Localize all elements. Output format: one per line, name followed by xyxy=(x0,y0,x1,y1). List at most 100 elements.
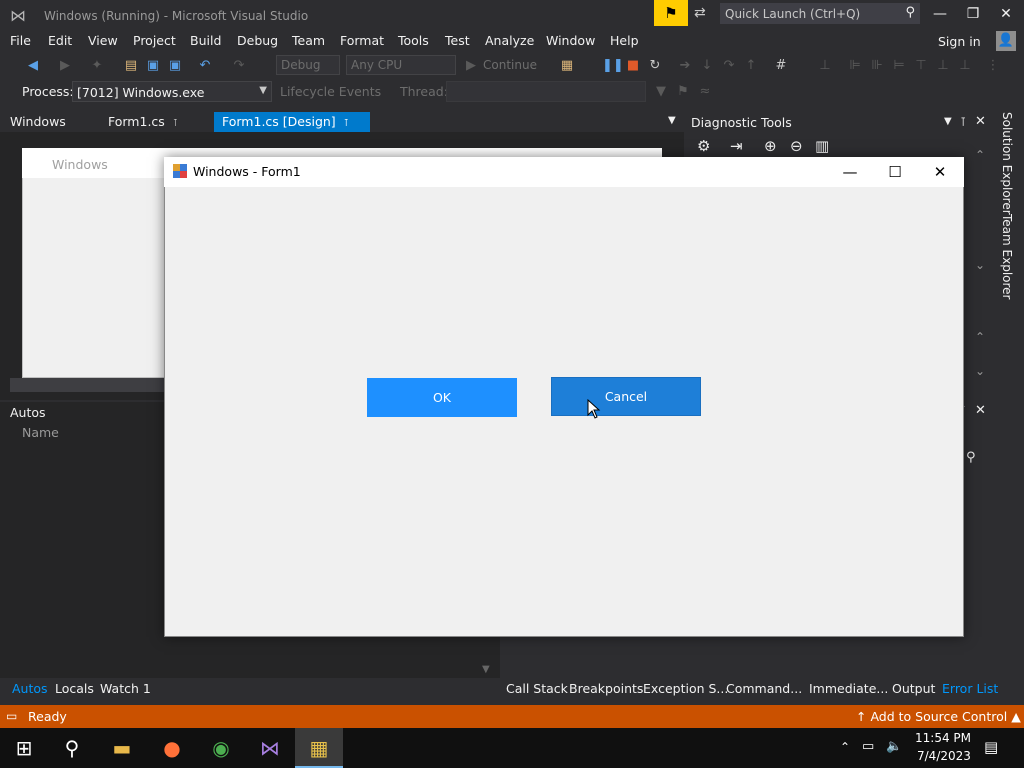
form-minimize-icon[interactable]: — xyxy=(828,158,872,186)
quick-launch-input[interactable] xyxy=(721,4,897,23)
align-center-icon[interactable]: ⊪ xyxy=(868,57,886,75)
windows-start-icon[interactable]: ⊞ xyxy=(0,728,48,768)
menu-project[interactable]: Project xyxy=(133,33,176,48)
zoom-out-icon[interactable]: ⊖ xyxy=(790,137,803,155)
clock-time[interactable]: 11:54 PM xyxy=(915,731,971,745)
show-next-statement-icon[interactable]: ➔ xyxy=(676,57,694,75)
step-over-icon[interactable]: ↷ xyxy=(720,57,738,75)
menu-tools[interactable]: Tools xyxy=(398,33,429,48)
pin-icon[interactable]: ⊺ xyxy=(960,115,966,129)
restore-icon[interactable]: ❐ xyxy=(961,4,985,24)
align-top-icon[interactable]: ⊤ xyxy=(912,57,930,75)
platform-combo[interactable]: Any CPU xyxy=(346,55,456,75)
feedback-icon[interactable]: ⇄ xyxy=(694,5,714,23)
chrome-icon[interactable]: ◉ xyxy=(197,728,245,768)
quick-launch-box[interactable]: ⚲ xyxy=(720,3,920,24)
flag-threads-icon[interactable]: ⚑ xyxy=(674,83,692,101)
save-icon[interactable]: ▣ xyxy=(144,57,162,75)
scroll-down-icon[interactable]: ⌄ xyxy=(975,258,985,272)
export-icon[interactable]: ⇥ xyxy=(730,137,743,155)
tab-form1-cs[interactable]: Form1.cs ⊺ xyxy=(100,112,186,132)
menu-file[interactable]: File xyxy=(10,33,31,48)
tray-overflow-icon[interactable]: ⌃ xyxy=(840,740,850,754)
search-taskbar-icon[interactable]: ⚲ xyxy=(48,728,96,768)
forward-icon[interactable]: ▶ xyxy=(56,57,74,75)
search-icon-2[interactable]: ⚲ xyxy=(966,450,976,465)
solution-explorer-tab[interactable]: Solution Explorer xyxy=(1000,112,1014,215)
notifications-icon[interactable]: ▤ xyxy=(984,738,998,756)
tab-immediate[interactable]: Immediate... xyxy=(809,681,888,696)
panel-dropdown-icon[interactable]: ▼ xyxy=(944,116,952,127)
reset-view-icon[interactable]: ▥ xyxy=(815,137,829,155)
align-bottom-icon[interactable]: ⊥ xyxy=(956,57,974,75)
team-explorer-tab[interactable]: Team Explorer xyxy=(1000,214,1014,300)
tab-error-list[interactable]: Error List xyxy=(942,681,998,696)
menu-window[interactable]: Window xyxy=(546,33,595,48)
redo-icon[interactable]: ↷ xyxy=(230,57,248,75)
form-close-icon[interactable]: ✕ xyxy=(918,158,962,186)
scroll-up-icon[interactable]: ⌃ xyxy=(975,148,985,162)
pin-icon[interactable]: ⊺ xyxy=(173,118,178,129)
tab-breakpoints[interactable]: Breakpoints xyxy=(569,681,643,696)
menu-team[interactable]: Team xyxy=(292,33,325,48)
process-combo[interactable]: [7012] Windows.exe ▼ xyxy=(72,81,272,102)
visual-studio-taskbar-icon[interactable]: ⋈ xyxy=(246,728,294,768)
tab-dropdown-icon[interactable]: ▼ xyxy=(668,115,676,126)
continue-icon[interactable]: ▶ xyxy=(462,57,480,75)
chevron-down-icon[interactable]: ▼ xyxy=(259,85,267,96)
step-into-icon[interactable]: ↓ xyxy=(698,57,716,75)
autos-column-name[interactable]: Name xyxy=(22,425,59,440)
undo-icon[interactable]: ↶ xyxy=(196,57,214,75)
tab-locals[interactable]: Locals xyxy=(55,681,94,696)
restart-icon[interactable]: ↻ xyxy=(646,57,664,75)
back-icon[interactable]: ◀ xyxy=(24,57,42,75)
scroll-down-icon-2[interactable]: ⌄ xyxy=(975,364,985,378)
ok-button[interactable]: OK xyxy=(367,378,517,417)
filter-icon[interactable]: ▼ xyxy=(652,83,670,101)
menu-view[interactable]: View xyxy=(88,33,118,48)
file-explorer-icon[interactable]: ▬ xyxy=(98,728,146,768)
menu-test[interactable]: Test xyxy=(445,33,470,48)
close-panel-icon[interactable]: ✕ xyxy=(975,114,986,129)
firefox-icon[interactable]: ● xyxy=(148,728,196,768)
step-out-icon[interactable]: ↑ xyxy=(742,57,760,75)
tab-watch1[interactable]: Watch 1 xyxy=(100,681,151,696)
attach-icon[interactable]: ▦ xyxy=(558,57,576,75)
align-left-icon[interactable]: ⊫ xyxy=(846,57,864,75)
save-all-icon[interactable]: ▣ xyxy=(166,57,184,75)
zoom-in-icon[interactable]: ⊕ xyxy=(764,137,777,155)
settings-gear-icon[interactable]: ⚙ xyxy=(697,137,710,155)
clock-date[interactable]: 7/4/2023 xyxy=(917,749,971,763)
tab-call-stack[interactable]: Call Stack xyxy=(506,681,568,696)
stop-icon[interactable]: ■ xyxy=(624,57,642,75)
tab-autos[interactable]: Autos xyxy=(12,681,48,696)
break-all-icon[interactable]: ❚❚ xyxy=(602,57,624,75)
tab-form1-design[interactable]: Form1.cs [Design] ⊺ ✕ xyxy=(214,112,370,144)
align-middle-icon[interactable]: ⊥ xyxy=(934,57,952,75)
close-icon[interactable]: ✕ xyxy=(994,4,1018,24)
cancel-button[interactable]: Cancel xyxy=(551,377,701,416)
form-maximize-icon[interactable]: ☐ xyxy=(873,158,917,186)
menu-format[interactable]: Format xyxy=(340,33,384,48)
continue-label[interactable]: Continue xyxy=(483,58,537,72)
sign-in-link[interactable]: Sign in xyxy=(938,34,981,49)
menu-edit[interactable]: Edit xyxy=(48,33,72,48)
align-icon[interactable]: ⊥ xyxy=(816,57,834,75)
config-combo[interactable]: Debug xyxy=(276,55,340,75)
running-app-taskbar-icon[interactable]: ▦ xyxy=(295,728,343,768)
lifecycle-events-button[interactable]: Lifecycle Events xyxy=(280,84,381,99)
open-folder-icon[interactable]: ▤ xyxy=(122,57,140,75)
tab-exception-settings[interactable]: Exception S... xyxy=(643,681,728,696)
tab-output[interactable]: Output xyxy=(892,681,935,696)
tab-command[interactable]: Command... xyxy=(726,681,802,696)
search-icon[interactable]: ⚲ xyxy=(905,5,915,20)
scroll-up-icon-2[interactable]: ⌃ xyxy=(975,330,985,344)
pin-icon[interactable]: ⊺ xyxy=(344,118,349,129)
new-project-icon[interactable]: ✦ xyxy=(88,57,106,75)
tab-windows[interactable]: Windows xyxy=(2,112,74,132)
menu-help[interactable]: Help xyxy=(610,33,639,48)
menu-build[interactable]: Build xyxy=(190,33,221,48)
toolbar-overflow-icon[interactable]: ⋮ xyxy=(984,57,1002,75)
notification-flag-icon[interactable]: ⚑ xyxy=(654,0,688,26)
scroll-down-icon-3[interactable]: ▼ xyxy=(482,664,490,675)
